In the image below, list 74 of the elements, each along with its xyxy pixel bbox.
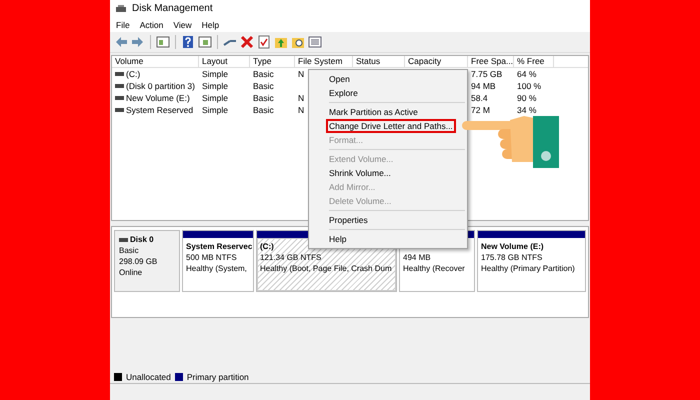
- table-cell: Basic: [253, 80, 274, 92]
- column-header[interactable]: Free Spa...: [468, 56, 514, 67]
- table-cell: 94 MB: [471, 80, 496, 92]
- table-cell: (Disk 0 partition 3): [126, 80, 195, 92]
- folder-up-icon[interactable]: [274, 35, 288, 49]
- table-cell: N: [298, 104, 304, 116]
- delete-icon[interactable]: [240, 35, 254, 49]
- column-header[interactable]: Volume: [112, 56, 199, 67]
- table-cell: N: [298, 68, 304, 80]
- panel-icon[interactable]: [198, 35, 212, 49]
- table-cell: 64 %: [517, 68, 536, 80]
- table-cell: New Volume (E:): [126, 92, 190, 104]
- disk-management-icon: [115, 4, 127, 14]
- disk-info: 298.09 GB: [119, 256, 158, 267]
- partition-name: New Volume (E:): [481, 241, 545, 252]
- menu-item[interactable]: Shrink Volume...: [326, 166, 394, 180]
- menu-bar-item[interactable]: File: [116, 20, 130, 30]
- column-header[interactable]: Layout: [199, 56, 250, 67]
- table-cell: 100 %: [517, 80, 542, 92]
- partition-size: 494 MB: [403, 252, 432, 263]
- table-cell: Simple: [202, 104, 228, 116]
- partition-status: Healthy (System,: [186, 263, 248, 274]
- partition-name: System Reservec: [186, 241, 250, 252]
- window-title: Disk Management: [132, 3, 213, 14]
- menu-item[interactable]: Change Drive Letter and Paths...: [326, 119, 456, 133]
- column-header[interactable]: Type: [250, 56, 295, 67]
- table-cell: Simple: [202, 80, 228, 92]
- help-icon[interactable]: [181, 35, 195, 49]
- table-cell: System Reserved: [126, 104, 194, 116]
- forward-arrow-icon[interactable]: [131, 35, 145, 49]
- menu-item[interactable]: Properties: [326, 213, 371, 227]
- table-cell: Basic: [253, 104, 274, 116]
- column-header[interactable]: Capacity: [405, 56, 468, 67]
- legend-label: Primary partition: [186, 372, 249, 382]
- menu-bar-item[interactable]: View: [173, 20, 192, 30]
- partition-status: Healthy (Primary Partition): [481, 263, 576, 274]
- partition-size: 121.34 GB NTFS: [260, 252, 322, 263]
- menu-item[interactable]: Mark Partition as Active: [326, 105, 421, 119]
- menu-bar-item[interactable]: Help: [202, 20, 220, 30]
- table-cell: 90 %: [517, 92, 536, 104]
- menu-bar-item[interactable]: Action: [140, 20, 164, 30]
- partition-size: 500 MB NTFS: [186, 252, 238, 263]
- table-cell: Simple: [202, 92, 228, 104]
- disk-info: Online: [119, 267, 144, 278]
- table-cell: 7.75 GB: [471, 68, 502, 80]
- legend-label: Unallocated: [126, 372, 171, 382]
- partition-block[interactable]: System Reservec 500 MB NTFS Healthy (System,: [182, 230, 254, 292]
- disk-info: Basic: [119, 245, 140, 256]
- table-cell: Basic: [253, 92, 274, 104]
- column-header[interactable]: % Free: [514, 56, 554, 67]
- document-check-icon[interactable]: [257, 35, 271, 49]
- panel-icon[interactable]: [156, 35, 170, 49]
- table-cell: Basic: [253, 68, 274, 80]
- table-cell: 72 M: [471, 104, 490, 116]
- table-cell: 34 %: [517, 104, 536, 116]
- menu-item[interactable]: Explore: [326, 86, 361, 100]
- disk-name: Disk 0: [130, 234, 154, 245]
- folder-search-icon[interactable]: [291, 35, 305, 49]
- list-icon[interactable]: [308, 35, 322, 49]
- partition-size: 175.78 GB NTFS: [481, 252, 544, 263]
- table-cell: (C:): [126, 68, 140, 80]
- table-cell: Simple: [202, 68, 228, 80]
- column-header[interactable]: Status: [353, 56, 405, 67]
- partition-block[interactable]: New Volume (E:) 175.78 GB NTFS Healthy (Primary Partition): [477, 230, 586, 292]
- partition-status: Healthy (Recover: [403, 263, 466, 274]
- menu-item[interactable]: Open: [326, 72, 353, 86]
- column-header[interactable]: File System: [295, 56, 353, 67]
- table-cell: 58.4: [471, 92, 488, 104]
- partition-status: Healthy (Boot, Page File, Crash Dum: [260, 263, 393, 274]
- menu-item[interactable]: Help: [326, 232, 350, 246]
- partition-color-bar: [183, 231, 253, 238]
- table-cell: N: [298, 92, 304, 104]
- back-arrow-icon[interactable]: [114, 35, 128, 49]
- partition-name: (C:): [260, 241, 275, 252]
